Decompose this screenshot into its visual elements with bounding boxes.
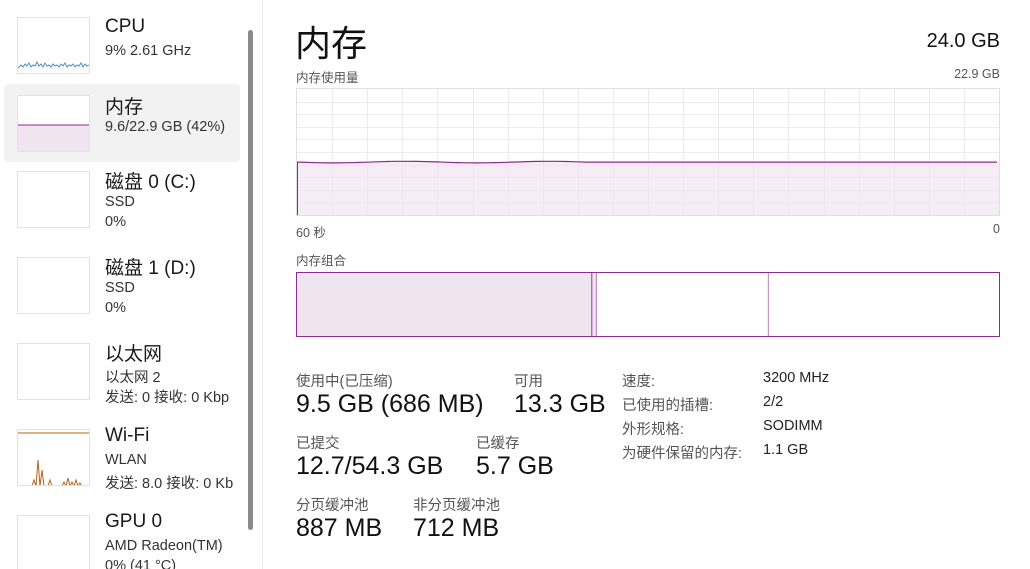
sidebar-item-line1: 以太网 2 (105, 370, 161, 386)
in-use-label: 使用中(已压缩) (296, 374, 393, 390)
sidebar-item-line2: 0% (105, 214, 126, 230)
cached-label: 已缓存 (476, 436, 520, 452)
hardware-reserved-value: 1.1 GB (763, 442, 809, 458)
usage-graph-max: 22.9 GB (954, 67, 1000, 81)
usage-graph-label: 内存使用量 (296, 71, 359, 85)
speed-value: 3200 MHz (763, 370, 830, 386)
usage-area (297, 162, 999, 215)
memory-composition-bar (296, 272, 1000, 337)
available-value: 13.3 GB (514, 390, 606, 418)
nonpaged-pool-value: 712 MB (413, 514, 500, 542)
sidebar-item-disk0[interactable]: 磁盘 0 (C:) SSD 0% (4, 162, 240, 240)
form-factor-key: 外形规格: (622, 422, 685, 438)
sidebar-item-line1: 9.6/22.9 GB (42%) (105, 119, 226, 135)
form-factor-value: SODIMM (763, 418, 823, 434)
wifi-thumbnail (17, 429, 90, 486)
sidebar-item-memory[interactable]: 内存 9.6/22.9 GB (42%) (4, 84, 240, 162)
memory-thumbnail (17, 95, 90, 152)
cpu-thumbnail (17, 17, 90, 74)
memory-usage-graph (296, 88, 1000, 216)
time-axis-left: 60 秒 (296, 226, 326, 240)
sidebar-item-title: 磁盘 0 (C:) (105, 172, 196, 193)
paged-pool-label: 分页缓冲池 (296, 498, 369, 514)
memory-composition-chart (297, 273, 769, 336)
disk1-thumbnail (17, 257, 90, 314)
sidebar-item-title: 磁盘 1 (D:) (105, 258, 196, 279)
sidebar-item-line1: SSD (105, 194, 135, 210)
sidebar-item-gpu0[interactable]: GPU 0 AMD Radeon(TM) 0% (41 °C) (4, 506, 240, 569)
sidebar-item-title: 以太网 (105, 344, 163, 365)
sidebar-item-line1: 9% 2.61 GHz (105, 43, 192, 59)
sidebar-item-title: CPU (105, 16, 146, 37)
sidebar-item-cpu[interactable]: CPU 9% 2.61 GHz (4, 6, 240, 84)
sidebar-item-line1: WLAN (105, 452, 147, 468)
slots-key: 已使用的插槽: (622, 398, 714, 414)
in-use-value: 9.5 GB (686 MB) (296, 390, 484, 418)
sidebar-item-line1: SSD (105, 280, 135, 296)
sidebar-item-title: Wi-Fi (105, 425, 150, 446)
sidebar-item-line1: AMD Radeon(TM) (105, 538, 223, 554)
sidebar: CPU 9% 2.61 GHz 内存 9.6/22.9 GB (42%) 磁盘 … (0, 0, 242, 569)
composition-modified[interactable] (592, 273, 597, 336)
sidebar-item-ethernet[interactable]: 以太网 以太网 2 发送: 0 接收: 0 Kbp (4, 334, 240, 412)
committed-label: 已提交 (296, 436, 340, 452)
gpu0-thumbnail (17, 515, 90, 569)
ethernet-thumbnail (17, 343, 90, 400)
composition-label: 内存组合 (296, 254, 347, 268)
paged-pool-value: 887 MB (296, 514, 383, 542)
sidebar-item-line2: 发送: 0 接收: 0 Kbp (105, 390, 230, 406)
sidebar-item-line2: 0% (105, 300, 126, 316)
sidebar-item-title: GPU 0 (105, 511, 163, 532)
sidebar-item-disk1[interactable]: 磁盘 1 (D:) SSD 0% (4, 248, 240, 326)
hardware-reserved-key: 为硬件保留的内存: (622, 446, 743, 462)
memory-details-pane: 内存 24.0 GB 内存使用量 22.9 GB 60 秒 0 内存组合 使用中… (263, 0, 1030, 569)
memory-usage-chart (296, 89, 999, 215)
available-label: 可用 (514, 374, 543, 390)
sidebar-item-wifi[interactable]: Wi-Fi WLAN 发送: 8.0 接收: 0 Kb (4, 420, 240, 498)
disk0-thumbnail (17, 171, 90, 228)
page-title: 内存 (295, 23, 368, 64)
time-axis-right: 0 (993, 222, 1000, 236)
nonpaged-pool-label: 非分页缓冲池 (413, 498, 500, 514)
sidebar-item-line2: 发送: 8.0 接收: 0 Kb (105, 476, 234, 492)
sidebar-item-line2: 0% (41 °C) (105, 558, 177, 569)
sidebar-scrollbar[interactable] (248, 30, 253, 530)
cached-value: 5.7 GB (476, 452, 554, 480)
committed-value: 12.7/54.3 GB (296, 452, 444, 480)
total-memory: 24.0 GB (926, 30, 1000, 52)
sidebar-item-title: 内存 (105, 97, 144, 118)
speed-key: 速度: (622, 374, 656, 390)
slots-value: 2/2 (763, 394, 784, 410)
composition-in-use[interactable] (297, 273, 592, 336)
